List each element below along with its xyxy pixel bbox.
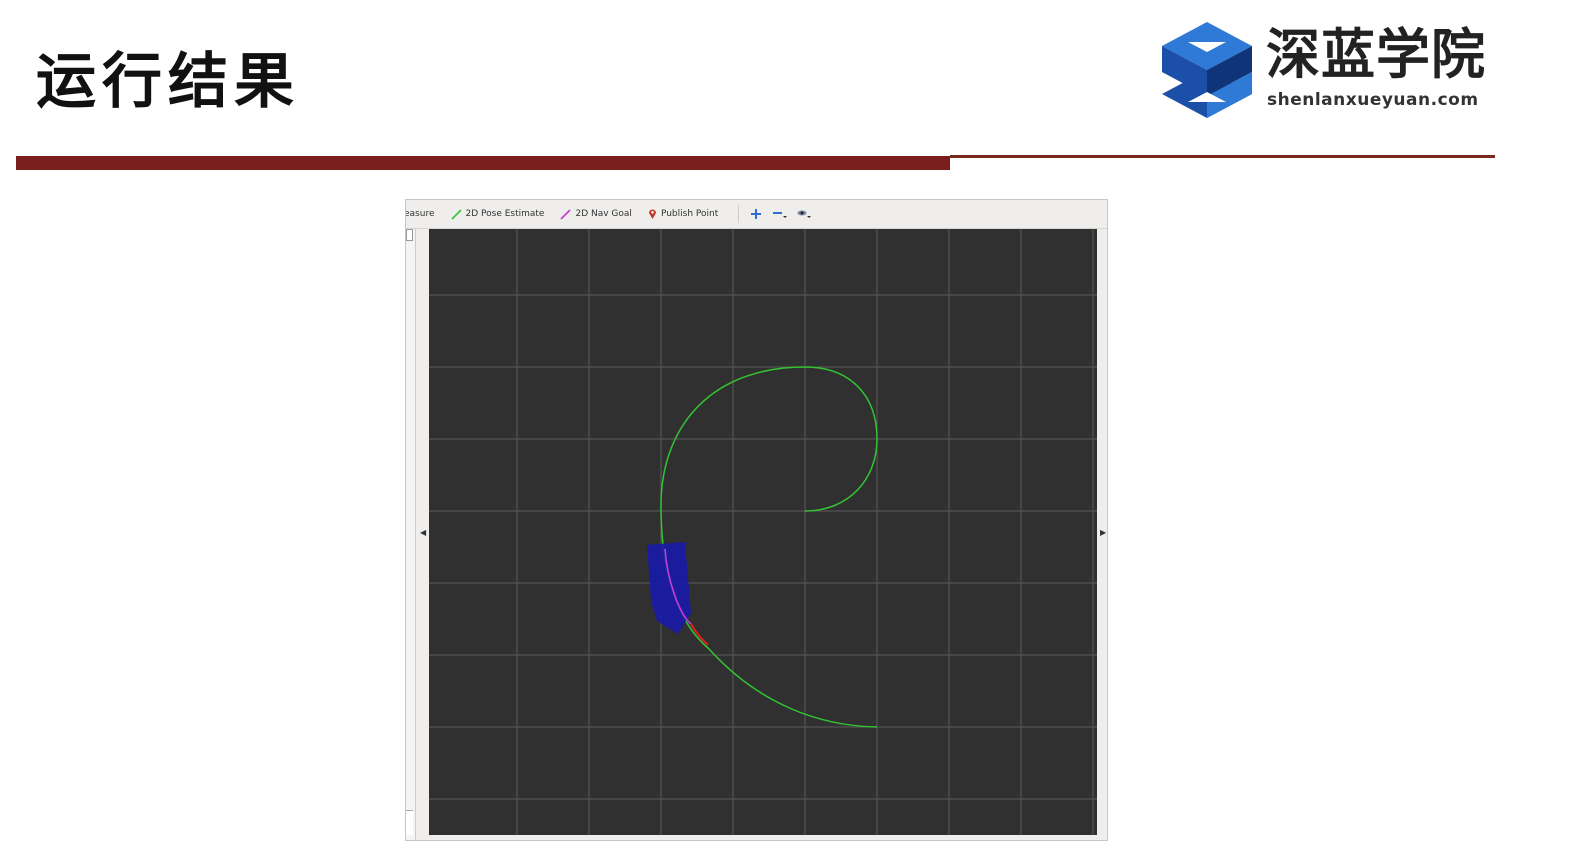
map-pin-icon [648, 209, 656, 219]
tool-2d-pose-estimate-label: 2D Pose Estimate [465, 209, 545, 219]
eye-icon[interactable] [797, 207, 812, 221]
slide-title: 运行结果 [36, 47, 300, 117]
robot-footprint [647, 542, 691, 634]
tool-measure-label: easure [405, 209, 435, 219]
minus-icon[interactable] [773, 207, 788, 221]
tool-2d-nav-goal-label: 2D Nav Goal [575, 209, 632, 219]
logo-url: shenlanxueyuan.com [1267, 90, 1479, 110]
header-rule-thick [16, 156, 950, 170]
rviz-toolbar: easure 2D Pose Estimate 2D Nav Goal Publ… [406, 200, 1107, 229]
local-trajectory-segment [690, 623, 709, 646]
planned-path [660, 366, 878, 728]
tool-2d-pose-estimate[interactable]: 2D Pose Estimate [450, 200, 545, 228]
collapse-left-button[interactable]: ◀ [420, 528, 426, 537]
logo-mark-icon [1162, 22, 1252, 118]
logo-name: 深蓝学院 [1266, 23, 1486, 86]
header-rule-thin [950, 155, 1495, 158]
tool-measure[interactable]: easure [405, 200, 435, 228]
tool-publish-point[interactable]: Publish Point [648, 200, 718, 228]
triangle-left-icon: ◀ [420, 528, 427, 537]
grid [429, 229, 1097, 835]
tool-2d-nav-goal[interactable]: 2D Nav Goal [560, 200, 632, 228]
viewport-canvas [429, 229, 1097, 835]
logo: 深蓝学院 shenlanxueyuan.com [1160, 20, 1500, 128]
magenta-arrow-icon [560, 208, 572, 220]
toolbar-separator [738, 205, 740, 223]
panel-bottom-button[interactable] [406, 810, 413, 835]
displays-panel-edge [406, 229, 416, 840]
collapse-right-button[interactable]: ▶ [1100, 528, 1106, 537]
green-arrow-icon [450, 208, 462, 220]
triangle-right-icon: ▶ [1100, 528, 1107, 537]
panel-scroll-button[interactable] [406, 229, 413, 241]
render-viewport[interactable] [429, 229, 1097, 835]
move-camera-icon[interactable] [749, 207, 763, 221]
rviz-window: easure 2D Pose Estimate 2D Nav Goal Publ… [405, 199, 1108, 841]
tool-publish-point-label: Publish Point [660, 209, 719, 219]
